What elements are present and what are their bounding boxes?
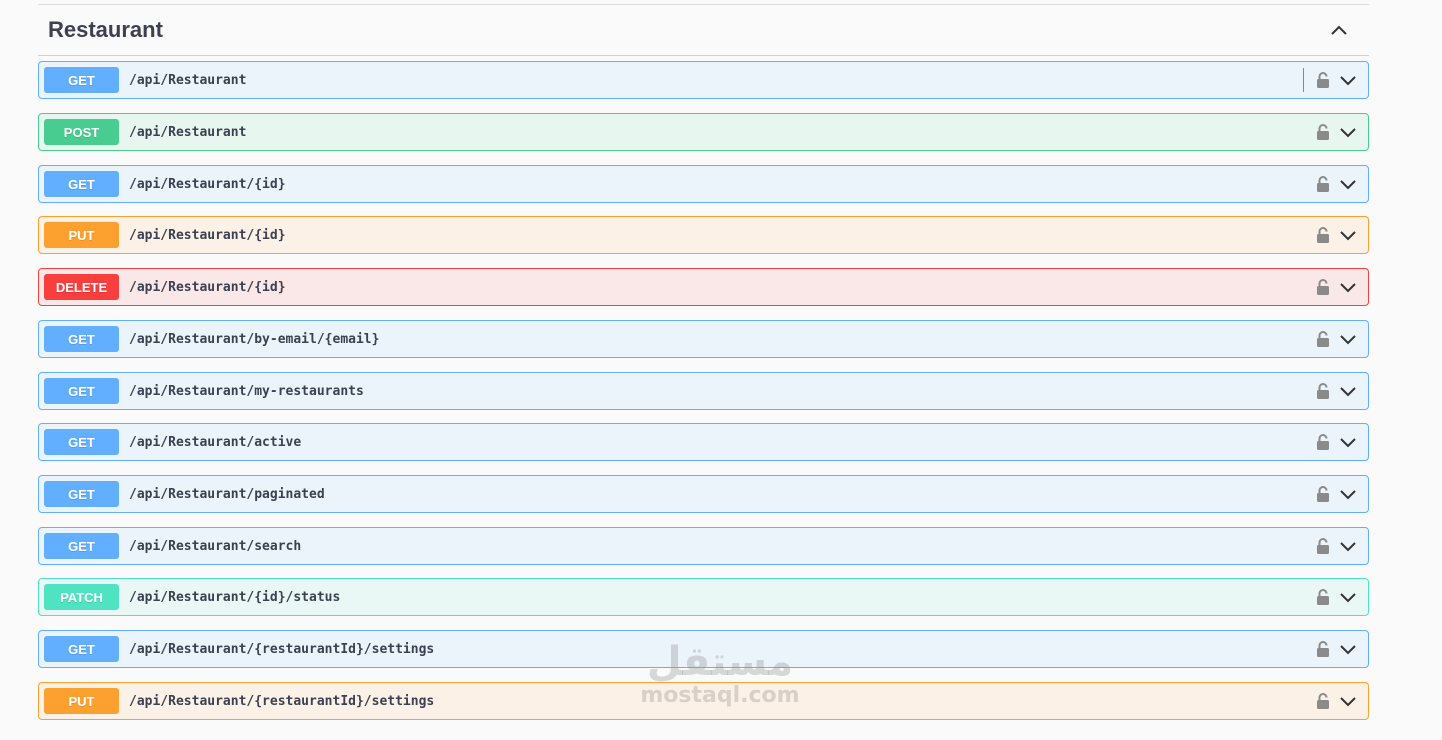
lock-icon[interactable]: [1314, 587, 1332, 607]
lock-icon[interactable]: [1314, 225, 1332, 245]
restaurant-section: Restaurant GET /api/Restaurant POST /api…: [38, 4, 1369, 720]
chevron-down-icon[interactable]: [1338, 484, 1358, 504]
operation-put-settings[interactable]: PUT /api/Restaurant/{restaurantId}/setti…: [38, 682, 1369, 720]
operation-path: /api/Restaurant: [129, 72, 247, 88]
operation-controls: [1314, 432, 1358, 452]
method-badge: GET: [44, 636, 119, 662]
method-badge: GET: [44, 326, 119, 352]
lock-icon[interactable]: [1314, 432, 1332, 452]
lock-icon[interactable]: [1314, 122, 1332, 142]
operation-path: /api/Restaurant/{id}: [129, 279, 286, 295]
lock-icon[interactable]: [1314, 484, 1332, 504]
section-title: Restaurant: [48, 17, 163, 42]
operation-controls: [1314, 691, 1358, 711]
chevron-down-icon[interactable]: [1338, 639, 1358, 659]
operation-controls: [1314, 536, 1358, 556]
method-badge: GET: [44, 533, 119, 559]
operation-path: /api/Restaurant/by-email/{email}: [129, 331, 380, 347]
operation-controls: [1303, 68, 1358, 92]
operation-get-my-restaurants[interactable]: GET /api/Restaurant/my-restaurants: [38, 372, 1369, 410]
operation-path: /api/Restaurant/my-restaurants: [129, 383, 364, 399]
operation-controls: [1314, 122, 1358, 142]
operation-controls: [1314, 277, 1358, 297]
operation-controls: [1314, 174, 1358, 194]
section-header[interactable]: Restaurant: [38, 4, 1369, 56]
operation-path: /api/Restaurant/search: [129, 538, 302, 554]
lock-icon[interactable]: [1314, 174, 1332, 194]
operation-path: /api/Restaurant/{restaurantId}/settings: [129, 641, 435, 657]
lock-icon[interactable]: [1314, 381, 1332, 401]
lock-icon[interactable]: [1314, 329, 1332, 349]
operation-put-restaurant-id[interactable]: PUT /api/Restaurant/{id}: [38, 216, 1369, 254]
lock-icon[interactable]: [1314, 277, 1332, 297]
method-badge: GET: [44, 378, 119, 404]
operation-get-paginated[interactable]: GET /api/Restaurant/paginated: [38, 475, 1369, 513]
operation-controls: [1314, 381, 1358, 401]
operation-path: /api/Restaurant/active: [129, 434, 302, 450]
operation-get-settings[interactable]: GET /api/Restaurant/{restaurantId}/setti…: [38, 630, 1369, 668]
lock-icon[interactable]: [1314, 536, 1332, 556]
lock-icon[interactable]: [1314, 691, 1332, 711]
operation-delete-restaurant-id[interactable]: DELETE /api/Restaurant/{id}: [38, 268, 1369, 306]
operation-path: /api/Restaurant: [129, 124, 247, 140]
chevron-down-icon[interactable]: [1338, 277, 1358, 297]
method-badge: PUT: [44, 688, 119, 714]
chevron-down-icon[interactable]: [1338, 587, 1358, 607]
chevron-down-icon[interactable]: [1338, 329, 1358, 349]
chevron-down-icon[interactable]: [1338, 122, 1358, 142]
method-badge: PUT: [44, 222, 119, 248]
chevron-up-icon[interactable]: [1325, 16, 1353, 44]
operation-get-restaurant[interactable]: GET /api/Restaurant: [38, 61, 1369, 99]
operation-controls: [1314, 484, 1358, 504]
method-badge: POST: [44, 119, 119, 145]
operation-controls: [1314, 329, 1358, 349]
operation-path: /api/Restaurant/paginated: [129, 486, 325, 502]
method-badge: GET: [44, 67, 119, 93]
chevron-down-icon[interactable]: [1338, 536, 1358, 556]
divider: [1303, 68, 1304, 92]
operation-get-by-email[interactable]: GET /api/Restaurant/by-email/{email}: [38, 320, 1369, 358]
operation-controls: [1314, 639, 1358, 659]
chevron-down-icon[interactable]: [1338, 381, 1358, 401]
operation-controls: [1314, 225, 1358, 245]
method-badge: PATCH: [44, 584, 119, 610]
chevron-down-icon[interactable]: [1338, 691, 1358, 711]
operation-get-search[interactable]: GET /api/Restaurant/search: [38, 527, 1369, 565]
operation-path: /api/Restaurant/{id}: [129, 227, 286, 243]
method-badge: GET: [44, 171, 119, 197]
chevron-down-icon[interactable]: [1338, 70, 1358, 90]
operation-get-active[interactable]: GET /api/Restaurant/active: [38, 423, 1369, 461]
operation-patch-status[interactable]: PATCH /api/Restaurant/{id}/status: [38, 578, 1369, 616]
chevron-down-icon[interactable]: [1338, 225, 1358, 245]
operation-path: /api/Restaurant/{id}/status: [129, 589, 341, 605]
operation-path: /api/Restaurant/{restaurantId}/settings: [129, 693, 435, 709]
chevron-down-icon[interactable]: [1338, 174, 1358, 194]
operation-controls: [1314, 587, 1358, 607]
method-badge: GET: [44, 481, 119, 507]
operation-path: /api/Restaurant/{id}: [129, 176, 286, 192]
method-badge: DELETE: [44, 274, 119, 300]
lock-icon[interactable]: [1314, 70, 1332, 90]
operation-get-restaurant-id[interactable]: GET /api/Restaurant/{id}: [38, 165, 1369, 203]
chevron-down-icon[interactable]: [1338, 432, 1358, 452]
operation-post-restaurant[interactable]: POST /api/Restaurant: [38, 113, 1369, 151]
method-badge: GET: [44, 429, 119, 455]
lock-icon[interactable]: [1314, 639, 1332, 659]
